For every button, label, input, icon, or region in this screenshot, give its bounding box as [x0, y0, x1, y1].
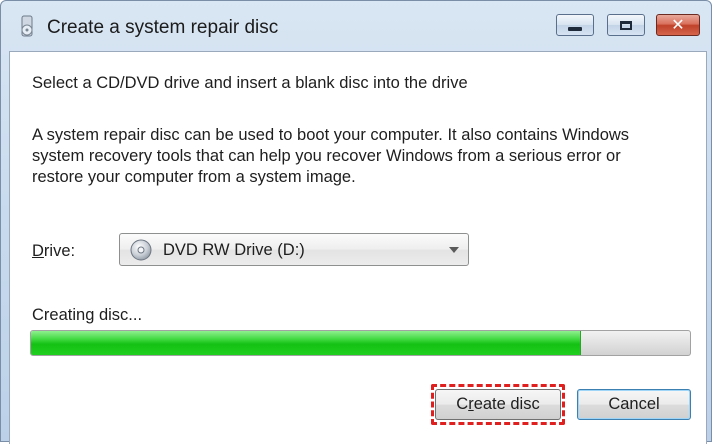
cancel-button[interactable]: Cancel — [577, 389, 691, 420]
title-bar[interactable]: Create a system repair disc ✕ — [1, 1, 711, 51]
drive-label: Drive: — [32, 242, 75, 261]
progress-bar-fill — [31, 331, 582, 355]
window-title: Create a system repair disc — [47, 17, 279, 38]
progress-status-label: Creating disc... — [32, 306, 143, 324]
drive-selected-value: DVD RW Drive (D:) — [163, 241, 305, 259]
minimize-button[interactable] — [556, 14, 594, 36]
close-icon: ✕ — [671, 15, 685, 34]
drive-dropdown[interactable]: DVD RW Drive (D:) — [119, 233, 469, 266]
description-text: A system repair disc can be used to boot… — [32, 126, 630, 186]
disc-app-icon — [21, 15, 33, 37]
instruction-heading: Select a CD/DVD drive and insert a blank… — [32, 74, 468, 92]
maximize-icon — [620, 20, 632, 30]
minimize-icon — [568, 27, 582, 31]
chevron-down-icon — [449, 247, 459, 253]
disc-drive-icon — [130, 239, 152, 261]
maximize-button[interactable] — [607, 14, 645, 36]
progress-bar — [30, 330, 691, 356]
drive-label-accelerator: D — [32, 242, 44, 260]
dialog-window: Create a system repair disc ✕ Select a C… — [0, 0, 712, 444]
close-button[interactable]: ✕ — [656, 14, 700, 36]
create-disc-button[interactable]: Cr eate disc — [435, 389, 561, 420]
create-disc-prefix: C — [456, 395, 469, 413]
drive-label-text: rive: — [43, 242, 76, 260]
create-disc-suffix: eate disc — [473, 395, 540, 413]
dialog-content: Select a CD/DVD drive and insert a blank… — [9, 51, 707, 444]
